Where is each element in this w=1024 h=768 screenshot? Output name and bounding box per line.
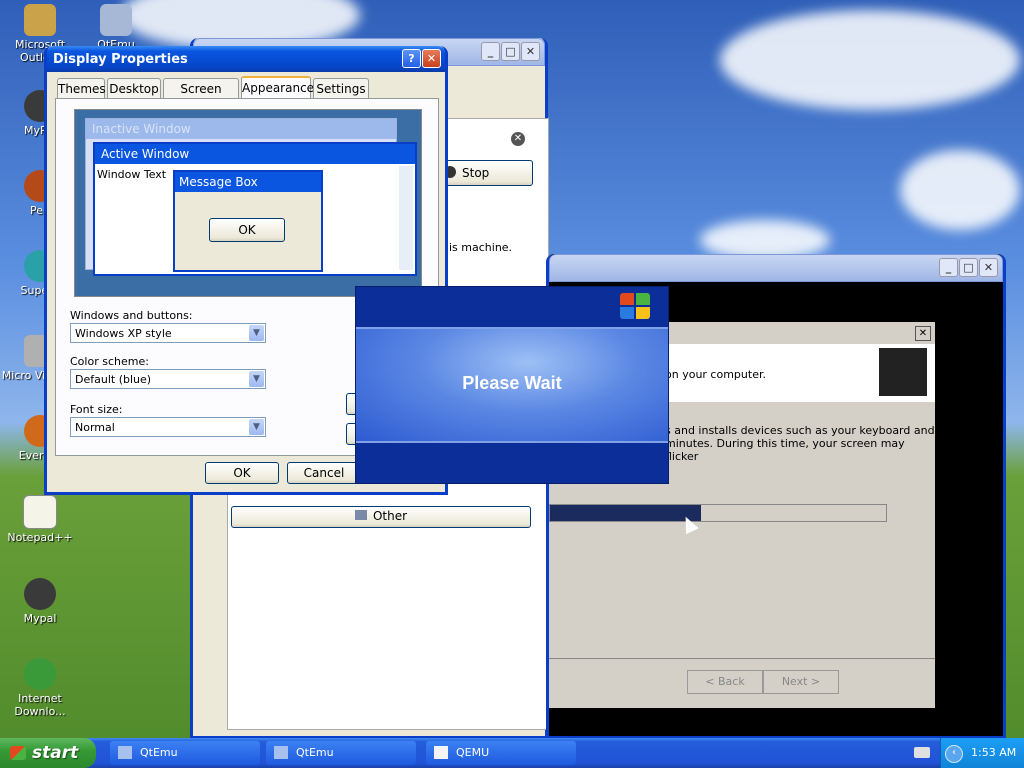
desktop-icon-notepadpp[interactable]: Notepad++ bbox=[0, 495, 80, 544]
progress-bar-fill bbox=[550, 505, 702, 521]
desktop-icon-mypal2[interactable]: Mypal bbox=[0, 578, 80, 625]
please-wait-message: Please Wait bbox=[462, 373, 562, 393]
divider bbox=[356, 327, 668, 329]
setup-body-line2: minutes. During this time, your screen m… bbox=[665, 437, 905, 463]
windows-logo-icon bbox=[10, 746, 26, 760]
appearance-preview: Inactive Window Active Window Window Tex… bbox=[74, 109, 422, 297]
tab-themes[interactable]: Themes bbox=[57, 78, 106, 98]
back-button[interactable]: < Back bbox=[687, 670, 763, 694]
tab-appearance[interactable]: Appearance bbox=[241, 76, 314, 98]
qtemu-icon bbox=[100, 4, 132, 36]
qemu-title-bar[interactable]: _ □ ✕ bbox=[549, 254, 1003, 282]
idm-icon bbox=[24, 658, 56, 690]
chevron-down-icon: ▼ bbox=[249, 419, 264, 435]
windows-logo-icon bbox=[620, 293, 652, 321]
next-button[interactable]: Next > bbox=[763, 670, 839, 694]
other-button[interactable]: Other bbox=[231, 506, 531, 528]
keyboard-icon[interactable] bbox=[914, 747, 930, 758]
preview-scrollbar bbox=[399, 166, 413, 270]
outlook-icon bbox=[24, 4, 56, 36]
qtemu-icon bbox=[274, 746, 288, 759]
preview-active-title: Active Window bbox=[95, 144, 415, 164]
tab-desktop[interactable]: Desktop bbox=[107, 78, 161, 98]
preview-ok-button: OK bbox=[209, 218, 285, 242]
close-icon[interactable]: ✕ bbox=[521, 42, 540, 61]
close-icon[interactable]: ✕ bbox=[979, 258, 998, 277]
windows-buttons-label: Windows and buttons: bbox=[70, 309, 193, 322]
windows-buttons-select[interactable]: Windows XP style ▼ bbox=[70, 323, 266, 343]
clock: 1:53 AM bbox=[971, 746, 1017, 759]
ok-button[interactable]: OK bbox=[205, 462, 279, 484]
desktop-icon-qtemu[interactable]: QtEmu bbox=[76, 4, 156, 51]
close-icon[interactable]: ✕ bbox=[422, 49, 441, 68]
taskbar: start QtEmu QtEmu QEMU ‹ 1:53 AM bbox=[0, 738, 1024, 768]
notepadpp-icon bbox=[23, 495, 57, 529]
help-icon[interactable]: ? bbox=[402, 49, 421, 68]
maximize-icon[interactable]: □ bbox=[959, 258, 978, 277]
preview-inactive-title: Inactive Window bbox=[86, 119, 396, 139]
show-hidden-icons-icon[interactable]: ‹ bbox=[945, 745, 963, 763]
divider bbox=[549, 658, 935, 659]
close-icon[interactable]: ✕ bbox=[915, 326, 931, 341]
qtemu-icon bbox=[118, 746, 132, 759]
start-button[interactable]: start bbox=[0, 738, 96, 768]
color-scheme-select[interactable]: Default (blue) ▼ bbox=[70, 369, 266, 389]
taskbar-button-qtemu[interactable]: QtEmu bbox=[110, 741, 260, 765]
setup-body-line1: s and installs devices such as your keyb… bbox=[665, 424, 935, 437]
please-wait-dialog: Please Wait bbox=[355, 286, 669, 484]
cloud bbox=[720, 10, 1020, 110]
maximize-icon[interactable]: □ bbox=[501, 42, 520, 61]
desktop-icon-label: Mypal bbox=[23, 612, 57, 625]
system-tray: ‹ 1:53 AM bbox=[940, 738, 1024, 768]
preview-active-window: Active Window Window Text Message Box OK bbox=[93, 142, 417, 276]
chevron-down-icon: ▼ bbox=[249, 325, 264, 341]
progress-bar bbox=[549, 504, 887, 522]
cancel-button[interactable]: Cancel bbox=[287, 462, 361, 484]
machine-text: is machine. bbox=[449, 241, 513, 254]
window-title: Display Properties bbox=[53, 51, 188, 67]
setup-cd-icon bbox=[879, 348, 927, 396]
stop-button[interactable]: Stop bbox=[437, 160, 533, 186]
qemu-icon bbox=[434, 746, 448, 759]
tab-screen-saver[interactable]: Screen Saver bbox=[163, 78, 239, 116]
tab-settings[interactable]: Settings bbox=[313, 78, 369, 98]
taskbar-button-qemu[interactable]: QEMU bbox=[426, 741, 576, 765]
preview-message-title: Message Box bbox=[175, 172, 321, 192]
chevron-down-icon: ▼ bbox=[249, 371, 264, 387]
minimize-icon[interactable]: _ bbox=[481, 42, 500, 61]
computer-icon bbox=[354, 510, 367, 520]
color-scheme-label: Color scheme: bbox=[70, 355, 149, 368]
font-size-select[interactable]: Normal ▼ bbox=[70, 417, 266, 437]
desktop-icon-idm[interactable]: Internet Downlo... bbox=[0, 658, 80, 718]
preview-window-text: Window Text bbox=[97, 168, 167, 181]
cloud bbox=[900, 150, 1020, 230]
divider bbox=[356, 441, 668, 443]
minimize-icon[interactable]: _ bbox=[939, 258, 958, 277]
desktop-icon-label: Notepad++ bbox=[7, 531, 73, 544]
setup-header-text: on your computer. bbox=[665, 368, 766, 381]
mypal-icon bbox=[24, 578, 56, 610]
close-circle-icon[interactable]: ✕ bbox=[511, 132, 525, 146]
font-size-label: Font size: bbox=[70, 403, 123, 416]
taskbar-button-qtemu-2[interactable]: QtEmu bbox=[266, 741, 416, 765]
desktop-icon-label: Internet Downlo... bbox=[14, 692, 66, 718]
display-properties-title-bar[interactable]: Display Properties ? ✕ bbox=[47, 46, 445, 72]
preview-message-box: Message Box OK bbox=[173, 170, 323, 272]
tab-strip: Themes Desktop Screen Saver Appearance S… bbox=[57, 76, 439, 116]
